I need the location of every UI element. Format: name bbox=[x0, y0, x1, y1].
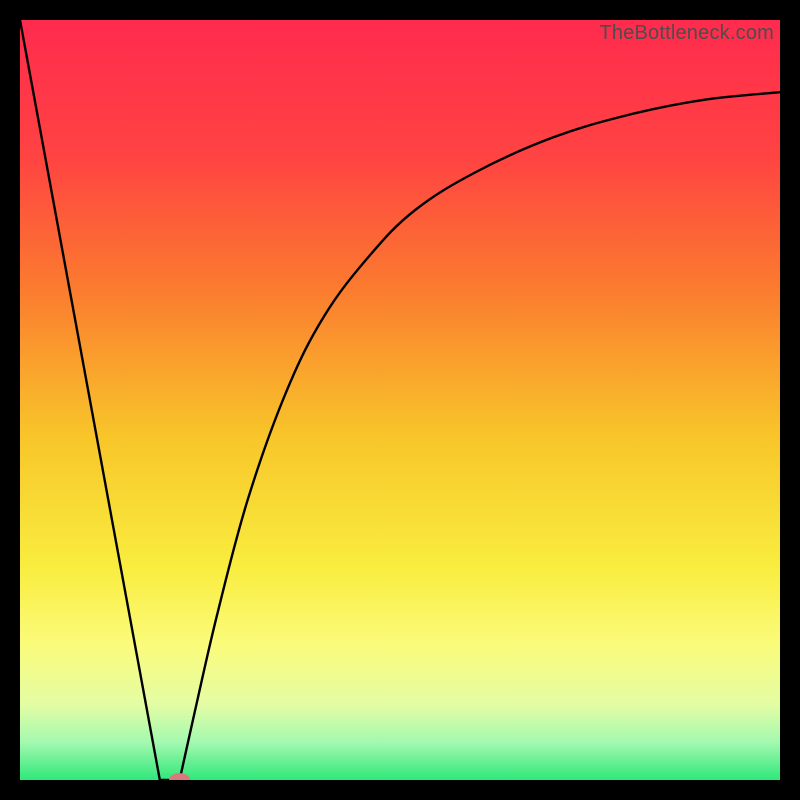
bottleneck-chart bbox=[20, 20, 780, 780]
gradient-background bbox=[20, 20, 780, 780]
chart-frame: TheBottleneck.com bbox=[20, 20, 780, 780]
watermark-text: TheBottleneck.com bbox=[599, 22, 774, 45]
